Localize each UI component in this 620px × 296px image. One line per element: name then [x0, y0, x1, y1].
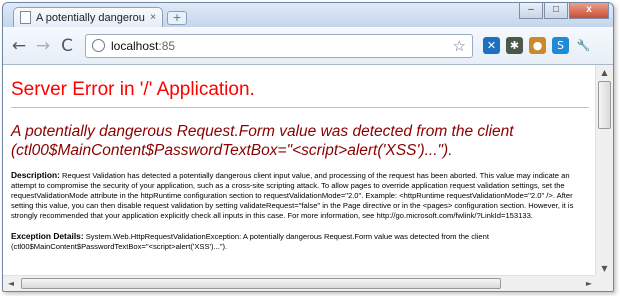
globe-icon	[92, 39, 105, 52]
scrollbar-corner	[595, 275, 613, 291]
error-title: A potentially dangerous Request.Form val…	[11, 123, 514, 159]
page-content: Server Error in '/' Application. A poten…	[3, 65, 597, 277]
close-window-button[interactable]: x	[569, 3, 609, 19]
description-text: Request Validation has detected a potent…	[11, 171, 574, 220]
heading-divider	[11, 107, 589, 108]
exception-label: Exception Details:	[11, 231, 84, 241]
s-extension-icon[interactable]: S	[552, 37, 569, 54]
reload-button[interactable]: C	[57, 34, 77, 58]
tab-title: A potentially dangerous ...	[36, 11, 145, 24]
x-extension-icon[interactable]: ✕	[483, 37, 500, 54]
horizontal-scrollbar[interactable]: ◄ ►	[3, 275, 597, 291]
tab-close-icon[interactable]: ×	[150, 12, 156, 23]
tab-strip: A potentially dangerous ... × + – □ x	[3, 3, 613, 27]
scroll-left-icon[interactable]: ◄	[3, 276, 19, 291]
tab-active[interactable]: A potentially dangerous ... ×	[13, 7, 163, 27]
browser-window: A potentially dangerous ... × + – □ x ← …	[2, 2, 614, 292]
page-icon	[20, 11, 31, 24]
new-tab-button[interactable]: +	[167, 11, 187, 25]
horizontal-scroll-thumb[interactable]	[21, 278, 501, 289]
window-controls: – □ x	[519, 3, 609, 19]
cookie-extension-icon[interactable]: ●	[529, 37, 546, 54]
description-label: Description:	[11, 170, 60, 180]
extension-icons: ✕ ✱ ● S 🔧	[483, 37, 592, 54]
minimize-button[interactable]: –	[519, 3, 543, 19]
address-bar[interactable]: localhost:85 ☆	[85, 33, 473, 58]
address-host: localhost	[111, 38, 159, 53]
back-button[interactable]: ←	[9, 34, 29, 58]
exception-paragraph: Exception Details: System.Web.HttpReques…	[11, 231, 589, 252]
description-paragraph: Description: Request Validation has dete…	[11, 170, 589, 221]
vertical-scroll-thumb[interactable]	[598, 81, 611, 129]
wrench-menu-icon[interactable]: 🔧	[575, 37, 592, 54]
maximize-button[interactable]: □	[544, 3, 568, 19]
scroll-up-icon[interactable]: ▲	[596, 65, 613, 81]
bookmark-star-icon[interactable]: ☆	[453, 37, 466, 55]
forward-button[interactable]: →	[33, 34, 53, 58]
page-heading: Server Error in '/' Application.	[11, 79, 255, 100]
address-port: :85	[158, 38, 176, 53]
bug-extension-icon[interactable]: ✱	[506, 37, 523, 54]
vertical-scrollbar[interactable]: ▲ ▼	[595, 65, 613, 277]
browser-toolbar: ← → C localhost:85 ☆ ✕ ✱ ● S 🔧	[3, 27, 613, 65]
